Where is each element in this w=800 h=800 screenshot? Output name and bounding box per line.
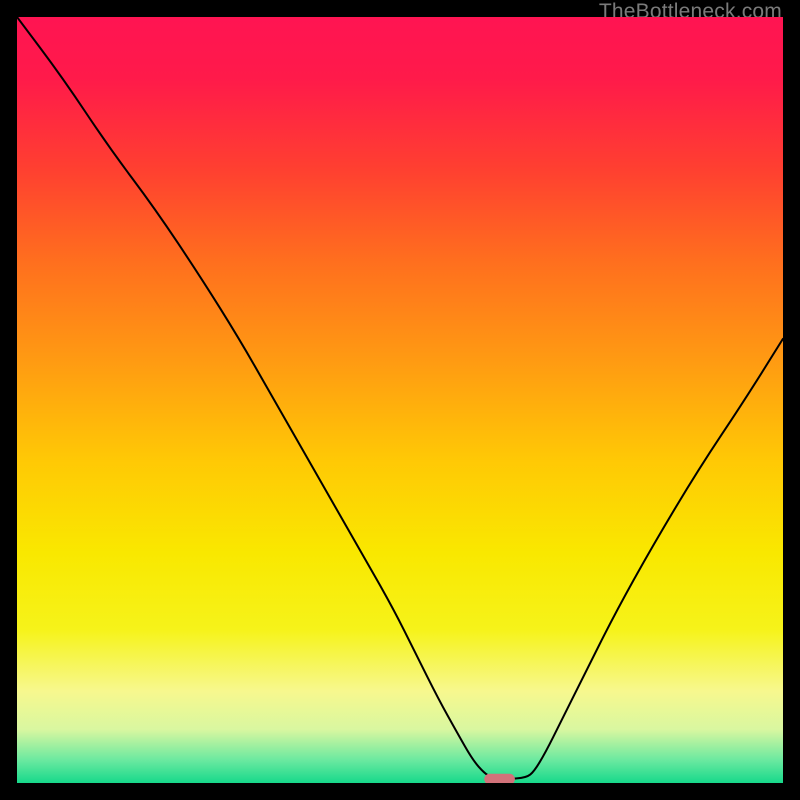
chart-frame: TheBottleneck.com (0, 0, 800, 800)
gradient-background (17, 17, 783, 783)
bottleneck-chart (17, 17, 783, 783)
optimal-point-marker (484, 774, 515, 783)
plot-area (17, 17, 783, 783)
